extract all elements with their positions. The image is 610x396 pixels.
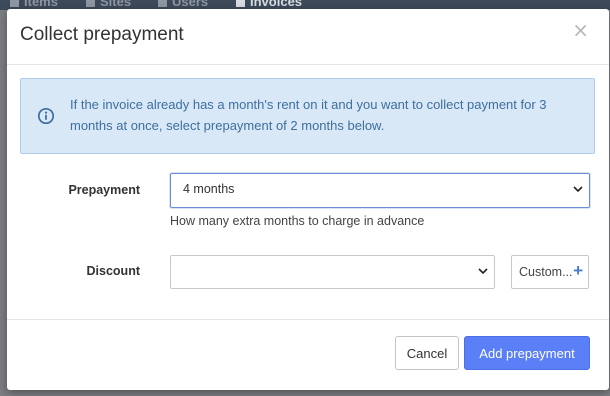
prepayment-select[interactable]: 4 months [170,173,590,208]
background-tab-invoices: Invoices [236,0,302,9]
modal-header: Collect prepayment × [7,9,609,65]
background-tab-sites: Sites [86,0,131,9]
prepayment-help-text: How many extra months to charge in advan… [170,214,425,228]
custom-discount-label: Custom... [519,265,573,279]
invoices-icon [236,0,245,8]
cancel-button[interactable]: Cancel [395,336,459,370]
close-icon[interactable]: × [572,20,589,40]
chevron-down-icon [478,268,488,275]
items-icon [10,0,19,8]
background-tab-items: Items [10,0,58,9]
discount-label: Discount [86,264,140,278]
add-prepayment-button[interactable]: Add prepayment [464,336,590,370]
chevron-down-icon [573,186,583,193]
sites-icon [86,0,95,8]
info-alert: If the invoice already has a month's ren… [20,78,595,154]
prepayment-select-value: 4 months [183,182,235,196]
info-circle-icon [37,107,55,125]
background-tab-users: Users [158,0,208,9]
plus-icon: + [573,261,583,280]
custom-discount-button[interactable]: Custom... + [511,255,589,289]
modal-title: Collect prepayment [20,24,184,45]
discount-select[interactable] [170,255,495,289]
collect-prepayment-modal: Collect prepayment × If the invoice alre… [7,9,609,390]
modal-footer: Cancel Add prepayment [7,319,609,390]
prepayment-label: Prepayment [68,183,140,197]
users-icon [158,0,167,8]
alert-text: If the invoice already has a month's ren… [70,97,547,133]
